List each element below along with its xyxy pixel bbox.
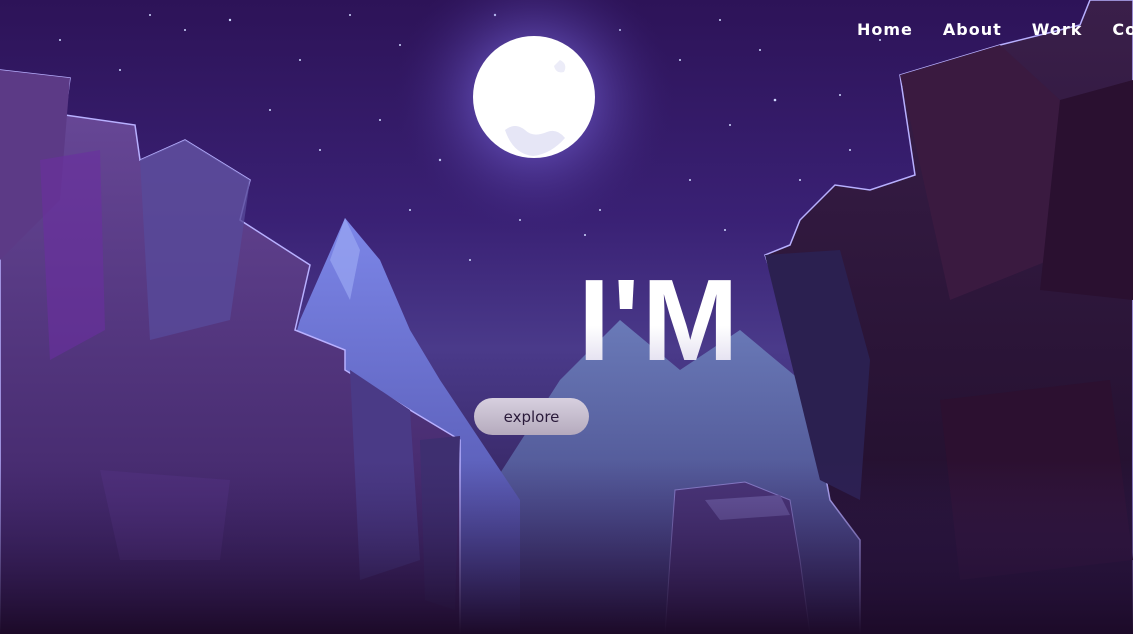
explore-button[interactable]: explore bbox=[474, 398, 589, 435]
night-landscape-illustration bbox=[0, 0, 1133, 634]
nav-work-link[interactable]: Work bbox=[1032, 20, 1083, 39]
top-nav: Home About Work Con bbox=[857, 20, 1133, 39]
nav-contact-link[interactable]: Con bbox=[1112, 20, 1133, 39]
hero-scene: Home About Work Con I'M explore bbox=[0, 0, 1133, 634]
nav-home-link[interactable]: Home bbox=[857, 20, 913, 39]
nav-about-link[interactable]: About bbox=[943, 20, 1002, 39]
hero-headline: I'M bbox=[578, 255, 741, 385]
